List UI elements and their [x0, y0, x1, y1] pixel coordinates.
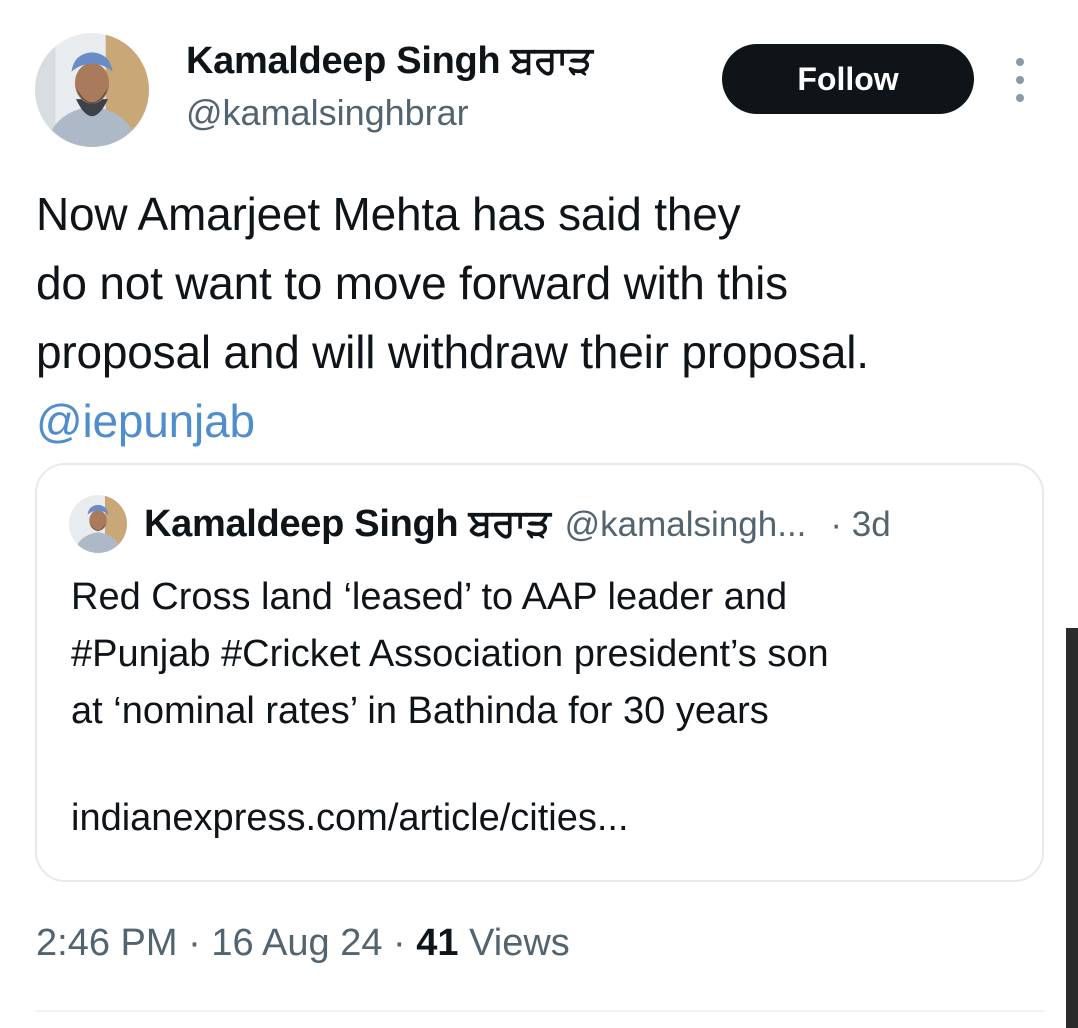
tweet-date[interactable]: 16 Aug 24: [211, 922, 382, 964]
author-name[interactable]: Kamaldeep Singh ਬਰਾੜ: [186, 40, 593, 83]
tweet-meta: 2:46 PM · 16 Aug 24 · 41 Views: [36, 922, 570, 965]
quoted-avatar[interactable]: [69, 495, 127, 553]
quoted-author-handle[interactable]: @kamalsingh...: [565, 505, 807, 545]
quoted-avatar-image: [69, 495, 127, 553]
tweet-time[interactable]: 2:46 PM: [36, 922, 178, 964]
quoted-tweet-card[interactable]: Kamaldeep Singh ਬਰਾੜ @kamalsingh... · 3d…: [35, 463, 1044, 882]
more-vertical-icon[interactable]: [1008, 58, 1032, 102]
author-handle[interactable]: @kamalsinghbrar: [186, 92, 469, 134]
separator: ·: [393, 922, 406, 964]
views-count: 41: [416, 922, 459, 964]
avatar-image: [35, 33, 149, 147]
quoted-text: Red Cross land ‘leased’ to AAP leader an…: [71, 569, 829, 740]
dot: [1016, 76, 1024, 84]
tweet-text-line: proposal and will withdraw their proposa…: [36, 326, 869, 378]
follow-button[interactable]: Follow: [722, 44, 974, 114]
quoted-text-line: at ‘nominal rates’ in Bathinda for 30 ye…: [71, 690, 769, 732]
tweet-text-line: do not want to move forward with this: [36, 257, 788, 309]
separator: ·: [188, 922, 201, 964]
dot: [1016, 94, 1024, 102]
views-label: Views: [469, 922, 570, 964]
avatar[interactable]: [35, 33, 149, 147]
quoted-author-name[interactable]: Kamaldeep Singh ਬਰਾੜ: [144, 503, 551, 546]
dot: [1016, 58, 1024, 66]
quoted-link[interactable]: indianexpress.com/article/cities...: [71, 797, 629, 840]
quoted-header: Kamaldeep Singh ਬਰਾੜ @kamalsingh... · 3d: [144, 503, 891, 546]
divider: [36, 1010, 1044, 1012]
mention-link[interactable]: @iepunjab: [36, 387, 1056, 456]
scrollbar[interactable]: [1066, 628, 1078, 1028]
quoted-text-line: #Punjab #Cricket Association president’s…: [71, 633, 829, 675]
quoted-text-line: Red Cross land ‘leased’ to AAP leader an…: [71, 576, 788, 618]
tweet-text: Now Amarjeet Mehta has said they do not …: [36, 180, 1056, 456]
tweet-text-line: Now Amarjeet Mehta has said they: [36, 188, 741, 240]
quoted-timestamp: · 3d: [830, 505, 891, 544]
